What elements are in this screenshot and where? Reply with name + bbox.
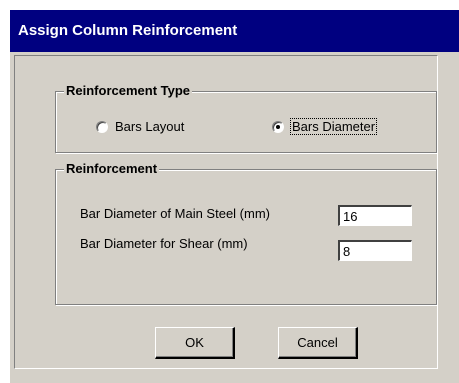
shear-label: Bar Diameter for Shear (mm): [80, 236, 248, 251]
ok-button[interactable]: OK: [155, 327, 235, 359]
main-steel-input[interactable]: [338, 205, 412, 226]
radio-bars-layout[interactable]: Bars Layout: [96, 119, 184, 134]
radio-bars-layout-indicator[interactable]: [96, 120, 108, 133]
main-steel-label: Bar Diameter of Main Steel (mm): [80, 206, 270, 221]
window-title: Assign Column Reinforcement: [18, 22, 238, 39]
title-bar[interactable]: Assign Column Reinforcement: [10, 10, 459, 52]
reinforcement-type-title: Reinforcement Type: [64, 83, 193, 99]
radio-bars-diameter-indicator[interactable]: [272, 120, 284, 133]
radio-bars-diameter[interactable]: Bars Diameter: [272, 118, 378, 135]
reinforcement-title: Reinforcement: [64, 161, 160, 177]
radio-bars-layout-label[interactable]: Bars Layout: [115, 119, 184, 134]
cancel-button[interactable]: Cancel: [278, 327, 358, 359]
shear-input[interactable]: [338, 240, 412, 261]
radio-bars-diameter-label[interactable]: Bars Diameter: [289, 118, 378, 135]
